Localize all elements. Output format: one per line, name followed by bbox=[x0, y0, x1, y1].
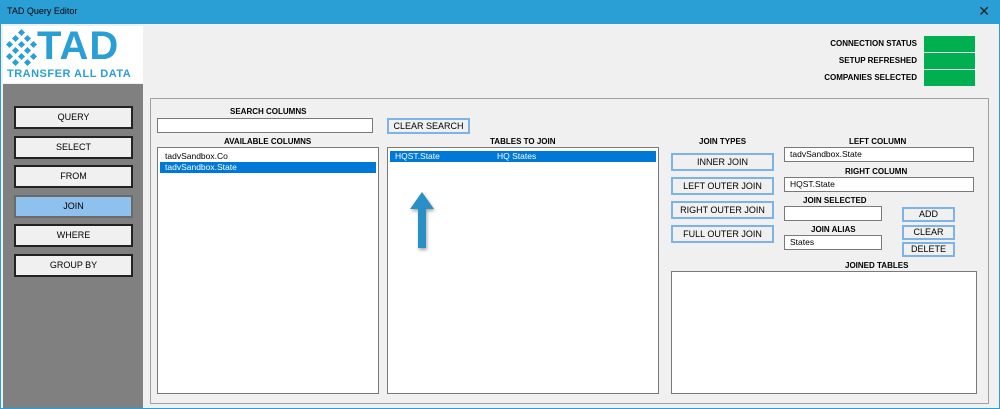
join-types-label: JOIN TYPES bbox=[699, 137, 747, 146]
full-outer-join-button[interactable]: FULL OUTER JOIN bbox=[671, 225, 774, 243]
tables-to-join-label: TABLES TO JOIN bbox=[490, 137, 556, 146]
connection-status-label: CONNECTION STATUS bbox=[830, 39, 917, 48]
app-logo: TAD TRANSFER ALL DATA bbox=[3, 24, 143, 83]
connection-status-indicator bbox=[924, 36, 975, 52]
available-columns-list[interactable]: tadvSandbox.Co tadvSandbox.State bbox=[157, 147, 379, 394]
search-columns-label: SEARCH COLUMNS bbox=[230, 107, 307, 116]
window-title: TAD Query Editor bbox=[7, 6, 78, 16]
nav-from-button[interactable]: FROM bbox=[14, 165, 133, 188]
join-selected-field[interactable] bbox=[784, 206, 882, 221]
join-alias-field[interactable]: States bbox=[784, 235, 882, 250]
list-item-selected[interactable]: tadvSandbox.State bbox=[160, 162, 376, 173]
window-content: TAD TRANSFER ALL DATA QUERY SELECT FROM … bbox=[1, 24, 999, 408]
delete-button[interactable]: DELETE bbox=[902, 242, 955, 257]
add-button[interactable]: ADD bbox=[902, 207, 955, 222]
table-row-name: HQ States bbox=[497, 151, 537, 161]
nav-join-button[interactable]: JOIN bbox=[14, 195, 133, 218]
joined-tables-label: JOINED TABLES bbox=[845, 261, 909, 270]
tables-to-join-list[interactable]: HQST.State HQ States bbox=[387, 147, 659, 394]
join-alias-label: JOIN ALIAS bbox=[811, 225, 856, 234]
nav-group-by-button[interactable]: GROUP BY bbox=[14, 254, 133, 277]
clear-button[interactable]: CLEAR bbox=[902, 225, 955, 240]
table-row-column: HQST.State bbox=[395, 151, 440, 161]
logo-title: TAD bbox=[37, 24, 120, 68]
arrow-up-icon bbox=[410, 192, 434, 248]
logo-dots-icon bbox=[6, 28, 38, 67]
right-column-label: RIGHT COLUMN bbox=[845, 167, 908, 176]
logo-subtitle: TRANSFER ALL DATA bbox=[7, 68, 132, 80]
sidebar: QUERY SELECT FROM JOIN WHERE GROUP BY bbox=[3, 84, 143, 408]
left-column-field[interactable]: tadvSandbox.State bbox=[784, 147, 974, 162]
joined-tables-list[interactable] bbox=[671, 271, 977, 394]
setup-refreshed-label: SETUP REFRESHED bbox=[838, 56, 917, 65]
nav-select-button[interactable]: SELECT bbox=[14, 136, 133, 159]
clear-search-button[interactable]: CLEAR SEARCH bbox=[387, 118, 470, 134]
join-panel: SEARCH COLUMNS CLEAR SEARCH AVAILABLE CO… bbox=[150, 98, 989, 404]
setup-refreshed-indicator bbox=[924, 53, 975, 69]
companies-selected-label: COMPANIES SELECTED bbox=[824, 73, 917, 82]
window-titlebar: TAD Query Editor ✕ bbox=[0, 0, 1000, 24]
inner-join-button[interactable]: INNER JOIN bbox=[671, 153, 774, 171]
nav-where-button[interactable]: WHERE bbox=[14, 224, 133, 247]
search-input[interactable] bbox=[157, 118, 373, 133]
nav-query-button[interactable]: QUERY bbox=[14, 106, 133, 129]
left-outer-join-button[interactable]: LEFT OUTER JOIN bbox=[671, 177, 774, 195]
table-row[interactable]: HQST.State HQ States bbox=[390, 151, 656, 162]
join-selected-label: JOIN SELECTED bbox=[803, 196, 867, 205]
available-columns-label: AVAILABLE COLUMNS bbox=[224, 137, 312, 146]
setup-refreshed-row: SETUP REFRESHED bbox=[787, 53, 987, 69]
right-column-field[interactable]: HQST.State bbox=[784, 177, 974, 192]
list-item[interactable]: tadvSandbox.Co bbox=[160, 151, 376, 162]
companies-selected-indicator bbox=[924, 70, 975, 86]
companies-selected-row: COMPANIES SELECTED bbox=[787, 70, 987, 86]
connection-status-row: CONNECTION STATUS bbox=[787, 36, 987, 52]
close-icon[interactable]: ✕ bbox=[978, 3, 990, 20]
left-column-label: LEFT COLUMN bbox=[849, 137, 907, 146]
window-frame: TAD TRANSFER ALL DATA QUERY SELECT FROM … bbox=[0, 24, 1000, 409]
right-outer-join-button[interactable]: RIGHT OUTER JOIN bbox=[671, 201, 774, 219]
